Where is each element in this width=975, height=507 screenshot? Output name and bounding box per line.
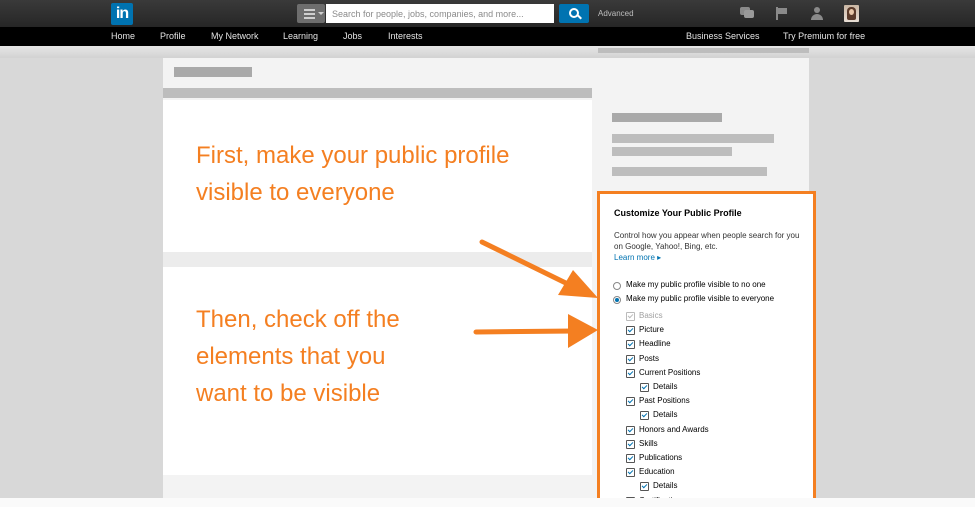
arrow-to-visible-everyone — [479, 239, 598, 298]
arrow-to-checkboxes — [473, 314, 598, 348]
arrows-overlay — [473, 239, 598, 348]
